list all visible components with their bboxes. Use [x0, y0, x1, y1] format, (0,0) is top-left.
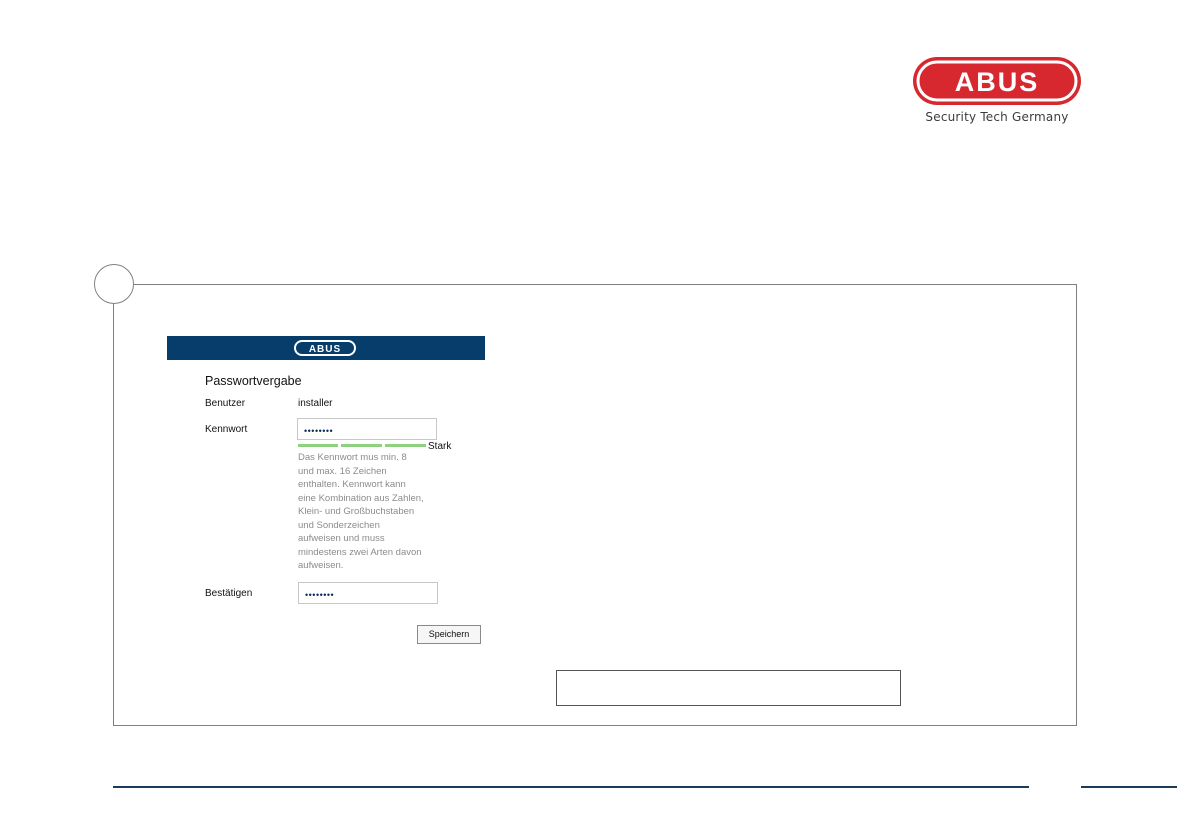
footer-rule: [113, 786, 1029, 788]
header-abus-logo: ABUS: [294, 340, 356, 356]
strength-bar-3: [385, 444, 426, 447]
brand-tagline: Security Tech Germany: [925, 110, 1069, 124]
password-hint: Das Kennwort mus min. 8 und max. 16 Zeic…: [298, 452, 424, 571]
password-field[interactable]: ••••••••: [297, 418, 437, 440]
footer-rule-short: [1081, 786, 1177, 788]
confirm-label: Bestätigen: [205, 588, 253, 599]
dialog-title: Passwortvergabe: [205, 374, 302, 388]
user-label: Benutzer: [205, 398, 246, 409]
save-button[interactable]: Speichern: [417, 625, 481, 644]
strength-bar-1: [298, 444, 338, 447]
password-label: Kennwort: [205, 424, 248, 435]
header-abus-logo-text: ABUS: [309, 344, 341, 355]
step-marker: [94, 264, 134, 304]
abus-logo-text: ABUS: [955, 67, 1040, 97]
callout-box: [556, 670, 901, 706]
confirm-password-field[interactable]: ••••••••: [298, 582, 438, 604]
strength-bar-2: [341, 444, 382, 447]
dialog-header: ABUS: [167, 336, 485, 360]
user-value: installer: [298, 398, 333, 409]
